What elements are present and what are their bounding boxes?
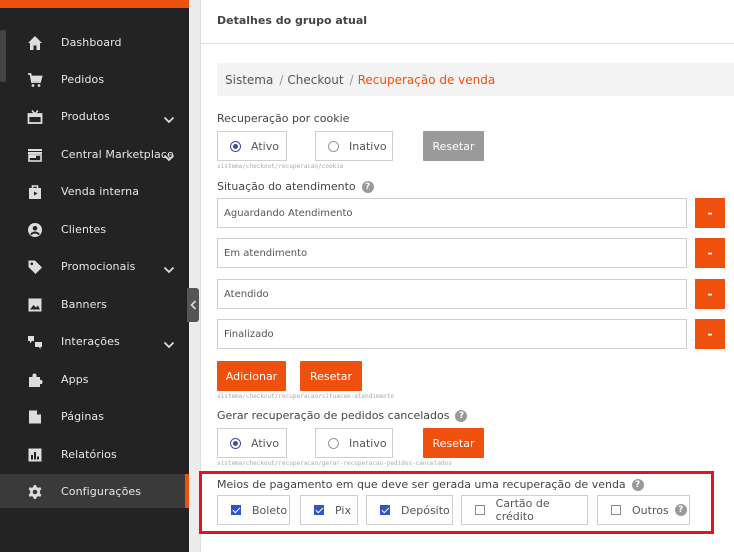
cookie-config-path: sistema/checkout/recuperacao/cookie [217,163,344,170]
add-status-button[interactable]: Adicionar [217,361,286,391]
breadcrumb-recuperacao-de-venda: Recuperação de venda [357,72,496,87]
status-field-4[interactable]: Finalizado [217,319,687,349]
remove-status-button[interactable]: - [695,279,725,309]
radio-unselected [328,140,339,152]
breadcrumb-separator: / [279,72,284,87]
sidebar-item-venda-interna[interactable]: Venda interna [0,174,189,208]
breadcrumb: Sistema / Checkout / Recuperação de vend… [217,63,734,96]
home-icon [26,34,44,52]
tag-icon [26,258,44,276]
chat-icon [26,333,44,351]
sidebar-item-central-marketplace[interactable]: Central Marketplace [0,137,189,171]
sidebar-top-accent [0,0,189,8]
sidebar-item-label: Páginas [61,409,105,423]
sidebar-item-relatorios[interactable]: Relatórios [0,437,189,471]
help-icon[interactable]: ? [455,409,468,422]
sidebar-item-label: Interações [61,334,120,348]
breadcrumb-checkout[interactable]: Checkout [287,73,343,87]
radio-label: Ativo [251,436,279,450]
sidebar-item-apps[interactable]: Apps [0,362,189,396]
highlight-frame [199,471,714,534]
cancelled-inactive-radio[interactable]: Inativo [315,428,393,458]
cancelled-active-radio[interactable]: Ativo [217,428,287,458]
radio-label: Ativo [251,139,279,153]
sidebar: Dashboard Pedidos Produtos Central Marke… [0,0,189,552]
radio-label: Inativo [349,436,387,450]
help-icon[interactable]: ? [361,180,374,193]
status-field-1[interactable]: Aguardando Atendimento [217,198,687,228]
sidebar-item-label: Central Marketplace [61,147,174,161]
sidebar-item-label: Pedidos [61,72,105,86]
cancelled-reset-button[interactable]: Resetar [423,428,484,458]
sidebar-item-produtos[interactable]: Produtos [0,99,189,133]
sidebar-item-label: Promocionais [61,259,136,273]
sidebar-item-pedidos[interactable]: Pedidos [0,62,189,96]
sidebar-item-interacoes[interactable]: Interações [0,324,189,358]
sidebar-item-label: Relatórios [61,447,117,461]
remove-status-button[interactable]: - [695,238,725,268]
radio-selected [230,140,241,152]
chevron-down-icon [163,260,177,274]
sidebar-item-promocionais[interactable]: Promocionais [0,249,189,283]
chevron-down-icon [163,110,177,124]
radio-unselected [328,437,339,449]
sidebar-item-banners[interactable]: Banners [0,287,189,321]
file-icon [26,408,44,426]
collapse-sidebar-button[interactable] [187,288,199,322]
page-title: Detalhes do grupo atual [217,14,368,27]
sidebar-item-dashboard[interactable]: Dashboard [0,25,189,59]
store-icon [26,146,44,164]
sidebar-item-label: Clientes [61,222,107,236]
chevron-down-icon [163,335,177,349]
radio-selected [230,437,241,449]
status-config-path: sistema/checkout/recuperacao/situacao-at… [217,393,395,400]
status-reset-button[interactable]: Resetar [300,361,362,391]
sidebar-item-clientes[interactable]: Clientes [0,212,189,246]
service-status-label: Situação do atendimento ? [217,180,374,193]
image-icon [26,296,44,314]
radio-label: Inativo [349,139,387,153]
breadcrumb-sistema[interactable]: Sistema [225,73,273,87]
panel-header: Detalhes do grupo atual [201,0,734,44]
group-details-panel: Detalhes do grupo atual Sistema / Checko… [200,0,734,552]
cookie-inactive-radio[interactable]: Inativo [315,131,393,161]
sidebar-item-label: Produtos [61,109,110,123]
breadcrumb-separator: / [349,72,354,87]
user-icon [26,221,44,239]
remove-status-button[interactable]: - [695,198,725,228]
cancelled-config-path: sistema/checkout/recuperacao/gerar-recup… [217,460,452,467]
cart-icon [26,71,44,89]
sidebar-item-label: Apps [61,372,89,386]
sidebar-item-label: Venda interna [61,184,140,198]
status-field-3[interactable]: Atendido [217,279,687,309]
sidebar-item-configuracoes[interactable]: Configurações [0,474,189,508]
puzzle-icon [26,371,44,389]
cookie-active-radio[interactable]: Ativo [217,131,287,161]
status-field-2[interactable]: Em atendimento [217,238,687,268]
chevron-down-icon [163,148,177,162]
remove-status-button[interactable]: - [695,319,725,349]
chevron-left-icon [189,300,196,310]
cookie-reset-button[interactable]: Resetar [423,131,484,161]
report-icon [26,446,44,464]
sidebar-item-label: Banners [61,297,107,311]
gift-icon [26,108,44,126]
cancelled-recovery-label: Gerar recuperação de pedidos cancelados … [217,409,468,422]
gear-icon [26,483,44,501]
sidebar-item-label: Dashboard [61,35,122,49]
sidebar-item-paginas[interactable]: Páginas [0,399,189,433]
cookie-recovery-label: Recuperação por cookie [217,112,350,125]
sidebar-item-label: Configurações [61,484,142,498]
bag-icon [26,183,44,201]
